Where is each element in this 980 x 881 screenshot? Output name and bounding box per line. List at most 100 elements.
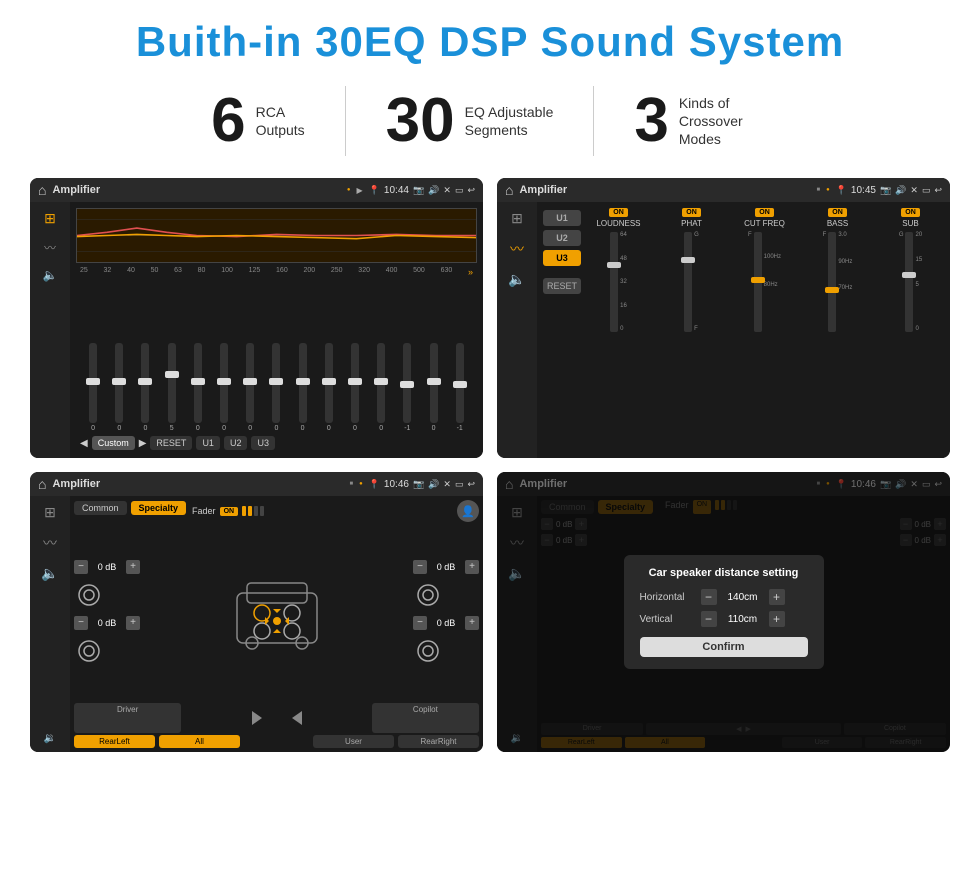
vertical-plus[interactable]: + <box>769 611 785 627</box>
horizontal-minus[interactable]: − <box>701 589 717 605</box>
eq-u1-btn[interactable]: U1 <box>196 436 220 450</box>
db-plus-1[interactable]: + <box>126 616 140 630</box>
eq-thumb-1[interactable] <box>112 378 126 385</box>
cross-tabs: Common Specialty <box>74 501 186 515</box>
wave-icon-2[interactable]: 〰 <box>510 239 524 259</box>
sub-label: SUB <box>902 219 918 228</box>
speaker-icon-3[interactable]: 🔈 <box>41 565 58 582</box>
eq-slider-3: 5 <box>168 343 176 432</box>
db-minus-3[interactable]: − <box>413 616 427 630</box>
home-icon[interactable]: ⌂ <box>38 182 46 198</box>
horizontal-label: Horizontal <box>640 592 695 603</box>
cross-tab-common[interactable]: Common <box>74 501 127 515</box>
speaker-icon-2[interactable]: 🔈 <box>508 271 525 288</box>
next-arrow[interactable]: ▶ <box>139 438 147 449</box>
speaker-icon[interactable]: 🔈 <box>43 268 58 282</box>
wave-icon-3[interactable]: 〰 <box>43 533 57 553</box>
status-icons-1: 📍 10:44 📷 🔊 ✕ ▭ ↩ <box>369 185 475 196</box>
db-row-3: − 0 dB + <box>413 616 479 630</box>
eq-thumb-7[interactable] <box>269 378 283 385</box>
dot-icon-3: ■ <box>349 481 353 487</box>
eq-custom-btn[interactable]: Custom <box>92 436 135 450</box>
eq-thumb-0[interactable] <box>86 378 100 385</box>
pin-icon-2: 📍 <box>836 185 847 196</box>
screen2-time: 10:45 <box>851 185 876 196</box>
eq-slider-10: 0 <box>351 343 359 432</box>
speaker2-icon-3[interactable]: 🔉 <box>44 733 56 744</box>
eq-icon[interactable]: ⊞ <box>44 210 56 227</box>
eq-u2-btn[interactable]: U2 <box>224 436 248 450</box>
fader-label: Fader <box>192 506 216 516</box>
eq-thumb-4[interactable] <box>191 378 205 385</box>
eq-icon-2[interactable]: ⊞ <box>511 210 523 227</box>
confirm-button[interactable]: Confirm <box>640 637 808 657</box>
eq-thumb-14[interactable] <box>453 381 467 388</box>
eq-thumb-3[interactable] <box>165 371 179 378</box>
cross-right: − 0 dB + − 0 dB + <box>413 560 479 666</box>
speaker-right <box>413 580 443 610</box>
status-bar-1: ⌂ Amplifier ● ▶ 📍 10:44 📷 🔊 ✕ ▭ ↩ <box>30 178 483 202</box>
eq-thumb-6[interactable] <box>243 378 257 385</box>
db-row-2: − 0 dB + <box>413 560 479 574</box>
db-minus-1[interactable]: − <box>74 616 88 630</box>
eq-icon-3[interactable]: ⊞ <box>44 504 56 521</box>
back-icon-2[interactable]: ↩ <box>934 185 942 196</box>
rearleft-btn[interactable]: RearLeft <box>74 735 155 748</box>
eq-thumb-8[interactable] <box>296 378 310 385</box>
sub-slider[interactable] <box>902 272 916 278</box>
db-plus-2[interactable]: + <box>465 560 479 574</box>
bottom-arrows <box>247 703 307 733</box>
eq-thumb-11[interactable] <box>374 378 388 385</box>
copilot-btn[interactable]: Copilot <box>372 703 479 733</box>
home-icon-3[interactable]: ⌂ <box>38 476 46 492</box>
loudness-slider[interactable] <box>607 262 621 268</box>
eq-u3-btn[interactable]: U3 <box>251 436 275 450</box>
prev-arrow[interactable]: ◀ <box>80 438 88 449</box>
phat-slider[interactable] <box>681 257 695 263</box>
eq-thumb-10[interactable] <box>348 378 362 385</box>
vertical-label: Vertical <box>640 614 695 625</box>
db-row-0: − 0 dB + <box>74 560 140 574</box>
driver-btn[interactable]: Driver <box>74 703 181 733</box>
back-icon-3[interactable]: ↩ <box>467 479 475 490</box>
db-plus-0[interactable]: + <box>126 560 140 574</box>
db-val-3: 0 dB <box>431 618 461 628</box>
eq-thumb-9[interactable] <box>322 378 336 385</box>
db-plus-3[interactable]: + <box>465 616 479 630</box>
all-btn[interactable]: All <box>159 735 240 748</box>
vertical-value: 110cm <box>723 614 763 625</box>
bass-slider[interactable] <box>825 287 839 293</box>
db-minus-2[interactable]: − <box>413 560 427 574</box>
cutfreq-slider[interactable] <box>751 277 765 283</box>
horizontal-plus[interactable]: + <box>769 589 785 605</box>
cross-tab-specialty[interactable]: Specialty <box>131 501 187 515</box>
horizontal-value: 140cm <box>723 592 763 603</box>
eq-thumb-13[interactable] <box>427 378 441 385</box>
status-icons-3: 📍 10:46 📷 🔊 ✕ ▭ ↩ <box>369 479 475 490</box>
amp-reset-btn[interactable]: RESET <box>543 278 581 294</box>
eq-curve-svg <box>77 209 476 262</box>
eq-slider-11: 0 <box>377 343 385 432</box>
amp-u2-btn[interactable]: U2 <box>543 230 581 246</box>
stat-crossover: 3 Kinds of Crossover Modes <box>594 90 808 152</box>
eq-thumb-2[interactable] <box>138 378 152 385</box>
user-btn[interactable]: User <box>313 735 394 748</box>
db-minus-0[interactable]: − <box>74 560 88 574</box>
stat-crossover-text: Kinds of Crossover Modes <box>679 94 769 149</box>
dot-icon-1: ● <box>347 187 351 193</box>
user-icon[interactable]: 👤 <box>457 500 479 522</box>
db-row-1: − 0 dB + <box>74 616 140 630</box>
wave-icon[interactable]: 〰 <box>44 239 56 256</box>
back-icon[interactable]: ↩ <box>467 185 475 196</box>
home-icon-2[interactable]: ⌂ <box>505 182 513 198</box>
vertical-minus[interactable]: − <box>701 611 717 627</box>
amp-u1-btn[interactable]: U1 <box>543 210 581 226</box>
car-svg <box>217 563 337 663</box>
eq-reset-btn[interactable]: RESET <box>150 436 192 450</box>
cutfreq-on: ON <box>755 208 774 217</box>
amp-u3-btn[interactable]: U3 <box>543 250 581 266</box>
bass-on: ON <box>828 208 847 217</box>
eq-thumb-5[interactable] <box>217 378 231 385</box>
rearright-btn[interactable]: RearRight <box>398 735 479 748</box>
eq-thumb-12[interactable] <box>400 381 414 388</box>
